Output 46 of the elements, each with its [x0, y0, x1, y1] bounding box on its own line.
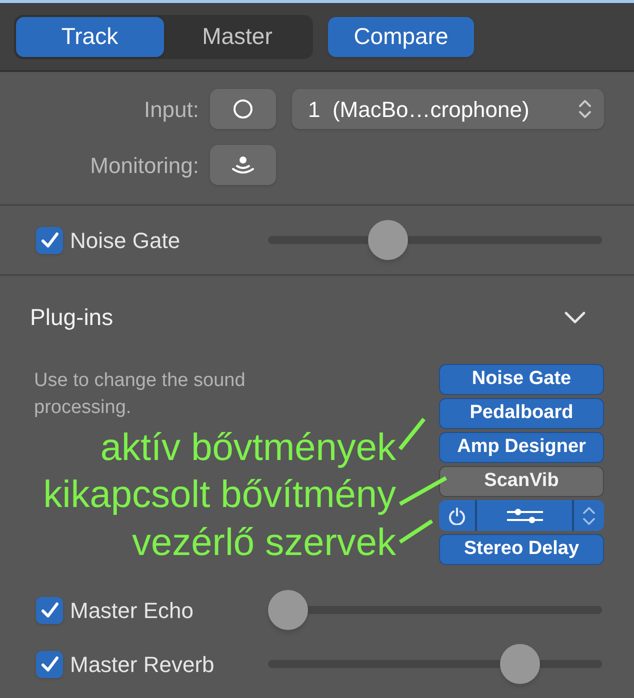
effect-label: Master Reverb — [70, 650, 214, 678]
segmented-control[interactable]: Track Master — [14, 14, 313, 58]
checkmark-icon — [40, 602, 58, 618]
updown-chevron-icon — [578, 98, 592, 120]
compare-button[interactable]: Compare — [328, 16, 474, 56]
effect-label: Master Echo — [70, 596, 194, 624]
plugin-slot[interactable]: Amp Designer — [439, 432, 604, 463]
input-label: Input: — [142, 96, 199, 124]
tab[interactable]: Master — [164, 16, 311, 56]
plugin-slot[interactable]: Noise Gate — [439, 364, 604, 395]
plugin-menu-button[interactable] — [572, 500, 604, 531]
power-icon — [448, 506, 466, 524]
sliders-icon — [504, 508, 544, 524]
annotation-label: vezérlő szervek — [132, 524, 396, 562]
annotation-label: aktív bővtmények — [100, 429, 396, 467]
slider-thumb[interactable] — [268, 590, 308, 630]
slider-track[interactable] — [268, 220, 602, 260]
monitoring-button[interactable] — [210, 145, 276, 185]
input-device-dropdown[interactable]: 1 (MacBo…crophone) — [292, 89, 604, 129]
checkmark-icon — [40, 232, 58, 248]
effect-label: Noise Gate — [70, 226, 180, 254]
power-button[interactable] — [439, 500, 477, 531]
slider-track[interactable] — [268, 644, 602, 684]
plugin-slot[interactable]: ScanVib — [439, 466, 604, 497]
input-format-button[interactable] — [210, 89, 276, 129]
chevron-down-icon[interactable] — [564, 310, 586, 324]
slider-track[interactable] — [268, 590, 602, 630]
plugin-slot[interactable]: Pedalboard — [439, 398, 604, 429]
section-title: Plug-ins — [30, 302, 114, 332]
sound-waves-icon — [230, 155, 256, 175]
leader-line — [398, 417, 426, 451]
slider-thumb[interactable] — [368, 220, 408, 260]
plugin-slot[interactable]: Stereo Delay — [439, 534, 604, 565]
annotation-label: kikapcsolt bővítmény — [43, 476, 396, 514]
slider-thumb[interactable] — [500, 644, 540, 684]
checkbox[interactable] — [36, 596, 63, 624]
checkmark-icon — [40, 656, 58, 672]
tab[interactable]: Track — [16, 16, 164, 56]
description-text: Use to change the sound processing. — [34, 369, 246, 420]
plugin-settings-button[interactable] — [477, 500, 572, 531]
checkbox[interactable] — [36, 226, 63, 254]
circle-icon — [233, 99, 253, 119]
monitoring-label: Monitoring: — [89, 152, 199, 180]
leader-line — [398, 519, 434, 544]
checkbox[interactable] — [36, 650, 63, 678]
leader-line — [398, 476, 448, 506]
